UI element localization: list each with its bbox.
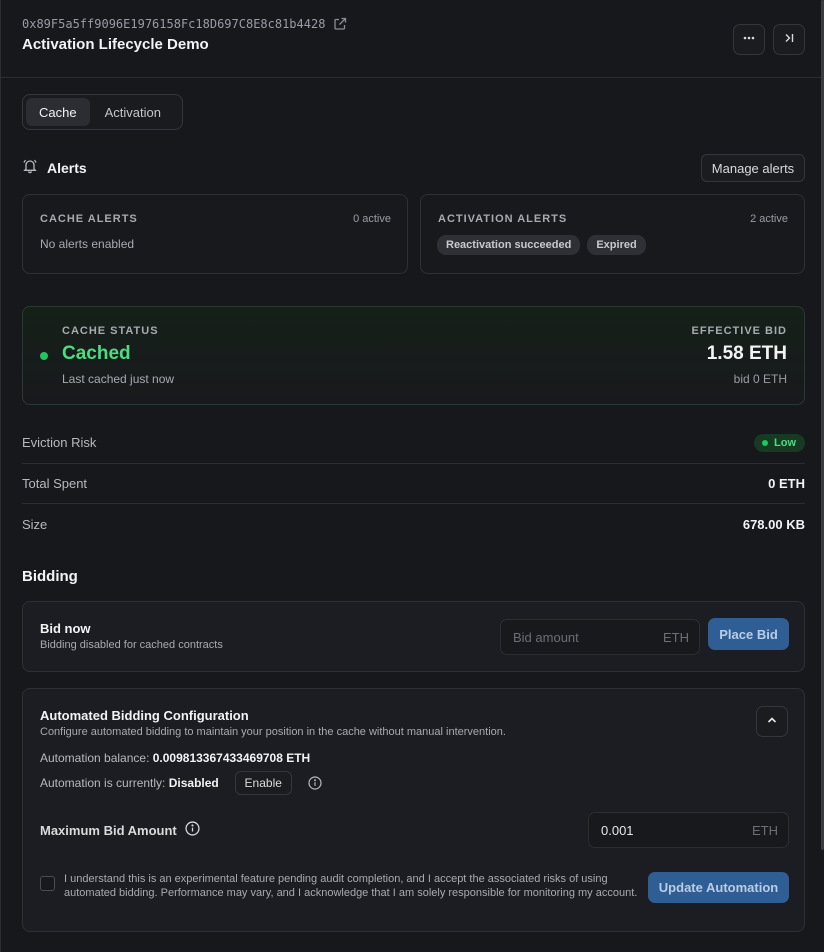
enable-automation-button[interactable]: Enable <box>234 771 292 795</box>
update-automation-button[interactable]: Update Automation <box>648 872 789 903</box>
more-horizontal-icon <box>742 31 756 48</box>
close-panel-button[interactable] <box>773 24 805 55</box>
activation-alerts-label: ACTIVATION ALERTS <box>438 213 568 225</box>
automation-balance-label: Automation balance: <box>40 751 153 765</box>
collapse-automation-button[interactable] <box>756 706 788 737</box>
bid-unit: ETH <box>663 630 689 645</box>
eviction-risk-label: Eviction Risk <box>22 435 97 450</box>
size-row: Size 678.00 KB <box>22 504 805 544</box>
more-options-button[interactable] <box>733 24 765 55</box>
consent-text: I understand this is an experimental fea… <box>64 873 638 899</box>
alerts-header: Alerts <box>22 158 87 177</box>
max-bid-field: ETH <box>588 812 789 848</box>
max-bid-label-row: Maximum Bid Amount <box>40 821 200 839</box>
external-link-icon[interactable] <box>333 17 347 31</box>
max-bid-input[interactable] <box>589 813 739 847</box>
automation-state-value: Disabled <box>168 776 219 790</box>
activation-alerts-count: 2 active <box>750 213 788 225</box>
cache-status-value: Cached <box>62 343 131 364</box>
manage-alerts-button[interactable]: Manage alerts <box>701 154 805 182</box>
place-bid-button[interactable]: Place Bid <box>708 618 789 650</box>
info-icon[interactable] <box>308 776 322 790</box>
automation-state-label: Automation is currently: Disabled <box>40 776 219 790</box>
bid-now-subtitle: Bidding disabled for cached contracts <box>40 639 223 651</box>
cache-alerts-count: 0 active <box>353 213 391 225</box>
size-label: Size <box>22 516 48 532</box>
automation-state: Automation is currently: Disabled Enable <box>40 771 322 795</box>
automation-state-text: Automation is currently: <box>40 776 169 790</box>
bidding-title: Bidding <box>22 568 78 585</box>
automation-balance: Automation balance: 0.009813367433469708… <box>40 751 310 765</box>
max-bid-label: Maximum Bid Amount <box>40 822 177 838</box>
cache-status-label: CACHE STATUS <box>62 325 159 337</box>
contract-panel: 0x89F5a5ff9096E1976158Fc18D697C8E8c81b44… <box>0 0 824 952</box>
risk-dot <box>762 439 768 446</box>
tab-activation[interactable]: Activation <box>92 98 174 126</box>
bid-now-title: Bid now <box>40 621 91 636</box>
automation-title: Automated Bidding Configuration <box>40 708 249 723</box>
activation-alert-chips: Reactivation succeeded Expired <box>437 235 646 255</box>
effective-bid-value: 1.58 ETH <box>706 343 787 364</box>
alerts-title: Alerts <box>47 159 87 176</box>
cache-alerts-label: CACHE ALERTS <box>40 213 138 225</box>
contract-address: 0x89F5a5ff9096E1976158Fc18D697C8E8c81b44… <box>22 17 326 31</box>
view-tabs: Cache Activation <box>22 94 183 130</box>
address-row: 0x89F5a5ff9096E1976158Fc18D697C8E8c81b44… <box>22 17 347 31</box>
panel-header: 0x89F5a5ff9096E1976158Fc18D697C8E8c81b44… <box>1 0 824 78</box>
bid-amount-input[interactable] <box>501 620 651 654</box>
cache-alerts-empty: No alerts enabled <box>40 237 135 251</box>
max-bid-unit: ETH <box>752 823 778 838</box>
bid-amount-field: ETH <box>500 619 700 655</box>
last-cached-text: Last cached just now <box>62 372 175 386</box>
automation-subtitle: Configure automated bidding to maintain … <box>40 726 506 738</box>
bid-sub-text: bid 0 ETH <box>733 372 787 386</box>
activation-alerts-card: ACTIVATION ALERTS 2 active Reactivation … <box>420 194 805 274</box>
total-spent-row: Total Spent 0 ETH <box>22 464 805 504</box>
cache-alerts-card: CACHE ALERTS 0 active No alerts enabled <box>22 194 408 274</box>
bid-now-card: Bid now Bidding disabled for cached cont… <box>22 601 805 672</box>
total-spent-label: Total Spent <box>22 476 88 491</box>
effective-bid-label: EFFECTIVE BID <box>691 325 787 337</box>
eviction-risk-badge: Low <box>754 433 805 452</box>
page-title: Activation Lifecycle Demo <box>22 36 209 53</box>
total-spent-value: 0 ETH <box>768 476 805 491</box>
automation-balance-value: 0.009813367433469708 ETH <box>152 751 311 765</box>
chevron-up-icon <box>765 713 779 730</box>
eviction-risk-row: Eviction Risk Low <box>22 422 805 464</box>
tab-cache[interactable]: Cache <box>26 98 90 126</box>
size-value: 678.00 KB <box>742 516 805 532</box>
eviction-risk-value: Low <box>774 436 796 449</box>
automated-bidding-card: Automated Bidding Configuration Configur… <box>22 688 805 932</box>
panel-collapse-icon <box>782 31 796 48</box>
alert-chip-reactivation: Reactivation succeeded <box>437 235 581 255</box>
consent-checkbox[interactable] <box>40 876 55 891</box>
alert-chip-expired: Expired <box>587 235 646 255</box>
status-dot <box>40 352 48 360</box>
cache-status-card: CACHE STATUS Cached Last cached just now… <box>22 306 805 405</box>
info-icon[interactable] <box>185 821 200 839</box>
bell-icon <box>22 158 38 177</box>
